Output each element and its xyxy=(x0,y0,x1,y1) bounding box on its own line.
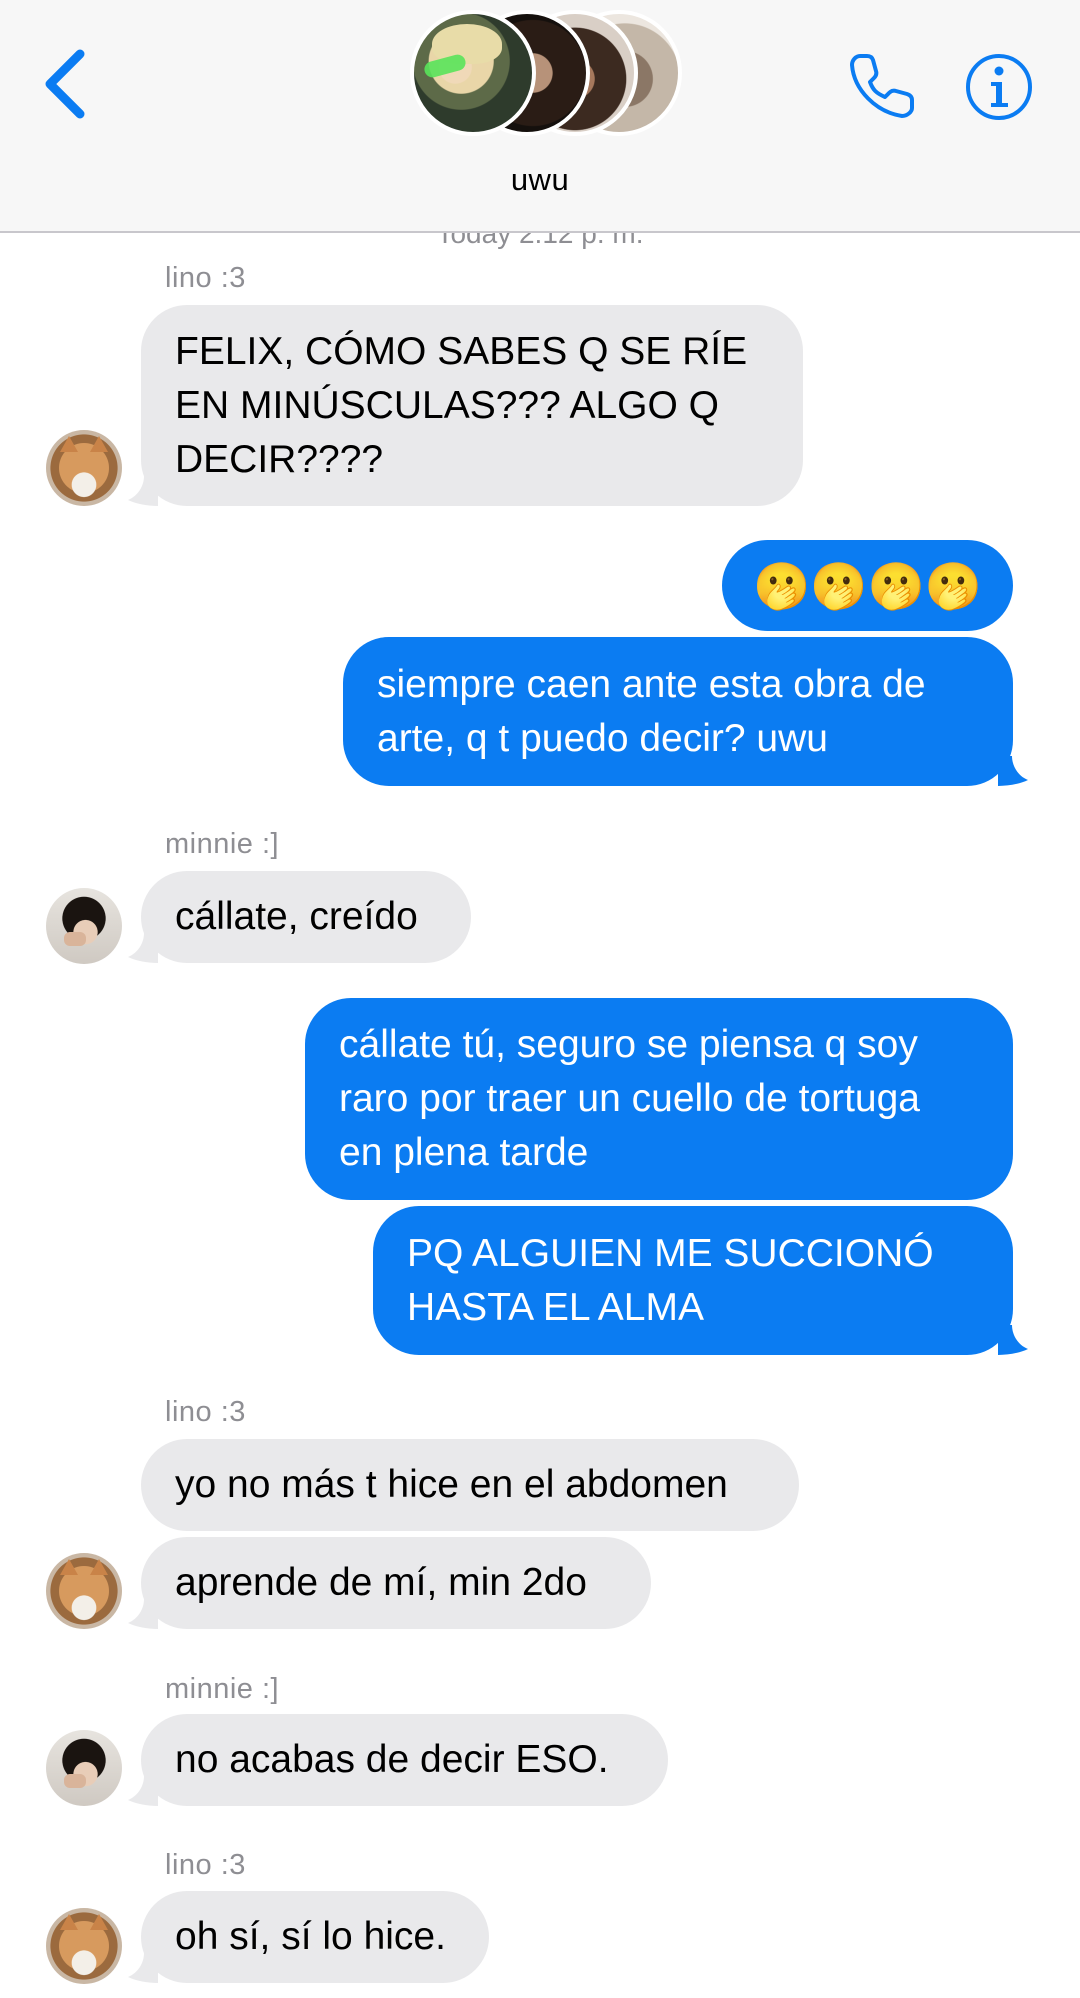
bubble-tail xyxy=(998,1325,1028,1355)
sender-name: lino :3 xyxy=(165,262,246,294)
message-text: aprende de mí, min 2do xyxy=(175,1561,587,1604)
message-text: PQ ALGUIEN ME SUCCIONÓ HASTA EL ALMA xyxy=(407,1231,934,1329)
message-text: FELIX, CÓMO SABES Q SE RÍE EN MINÚSCULAS… xyxy=(175,329,748,481)
bubble-tail xyxy=(128,1776,158,1806)
message-text: 🫢🫢🫢🫢 xyxy=(752,559,983,612)
incoming-message-bubble[interactable]: oh sí, sí lo hice. xyxy=(141,1891,489,1983)
info-button[interactable] xyxy=(964,52,1034,122)
sender-name: lino :3 xyxy=(165,1396,246,1428)
imessage-conversation-screen: uwu Today 2:12 p. m. lino :3 FELIX, CÓMO… xyxy=(0,0,1080,1998)
call-button[interactable] xyxy=(846,50,918,122)
info-icon xyxy=(966,54,1032,120)
bubble-tail xyxy=(128,1599,158,1629)
message-text: oh sí, sí lo hice. xyxy=(175,1915,446,1958)
incoming-message-bubble[interactable]: cállate, creído xyxy=(141,871,471,963)
incoming-message-bubble[interactable]: no acabas de decir ESO. xyxy=(141,1714,668,1806)
phone-icon xyxy=(850,54,914,118)
chevron-left-icon xyxy=(45,49,85,119)
group-avatar-stack[interactable] xyxy=(410,10,682,140)
sender-name: lino :3 xyxy=(165,1849,246,1881)
sender-name: minnie :] xyxy=(165,1673,280,1705)
incoming-message-bubble[interactable]: aprende de mí, min 2do xyxy=(141,1537,651,1629)
conversation-header: uwu xyxy=(0,0,1080,233)
group-member-avatar xyxy=(410,10,536,136)
incoming-message-bubble[interactable]: yo no más t hice en el abdomen xyxy=(141,1439,799,1531)
group-name[interactable]: uwu xyxy=(0,162,1080,198)
outgoing-message-bubble[interactable]: 🫢🫢🫢🫢 xyxy=(722,540,1013,631)
message-text: yo no más t hice en el abdomen xyxy=(175,1463,728,1506)
back-button[interactable] xyxy=(36,44,96,124)
bubble-tail xyxy=(128,1953,158,1983)
sender-name: minnie :] xyxy=(165,828,280,860)
contact-avatar-minnie[interactable] xyxy=(46,1730,122,1806)
contact-avatar-lino[interactable] xyxy=(46,430,122,506)
message-text: cállate, creído xyxy=(175,895,418,938)
outgoing-message-bubble[interactable]: siempre caen ante esta obra de arte, q t… xyxy=(343,637,1013,786)
message-text: cállate tú, seguro se piensa q soy raro … xyxy=(339,1023,921,1174)
bubble-tail xyxy=(128,476,158,506)
incoming-message-bubble[interactable]: FELIX, CÓMO SABES Q SE RÍE EN MINÚSCULAS… xyxy=(141,305,803,506)
contact-avatar-minnie[interactable] xyxy=(46,888,122,964)
contact-avatar-lino[interactable] xyxy=(46,1553,122,1629)
bubble-tail xyxy=(998,756,1028,786)
bubble-tail xyxy=(128,933,158,963)
contact-avatar-lino[interactable] xyxy=(46,1908,122,1984)
outgoing-message-bubble[interactable]: PQ ALGUIEN ME SUCCIONÓ HASTA EL ALMA xyxy=(373,1206,1013,1355)
message-text: no acabas de decir ESO. xyxy=(175,1738,609,1781)
message-text: siempre caen ante esta obra de arte, q t… xyxy=(377,662,926,760)
outgoing-message-bubble[interactable]: cállate tú, seguro se piensa q soy raro … xyxy=(305,998,1013,1200)
